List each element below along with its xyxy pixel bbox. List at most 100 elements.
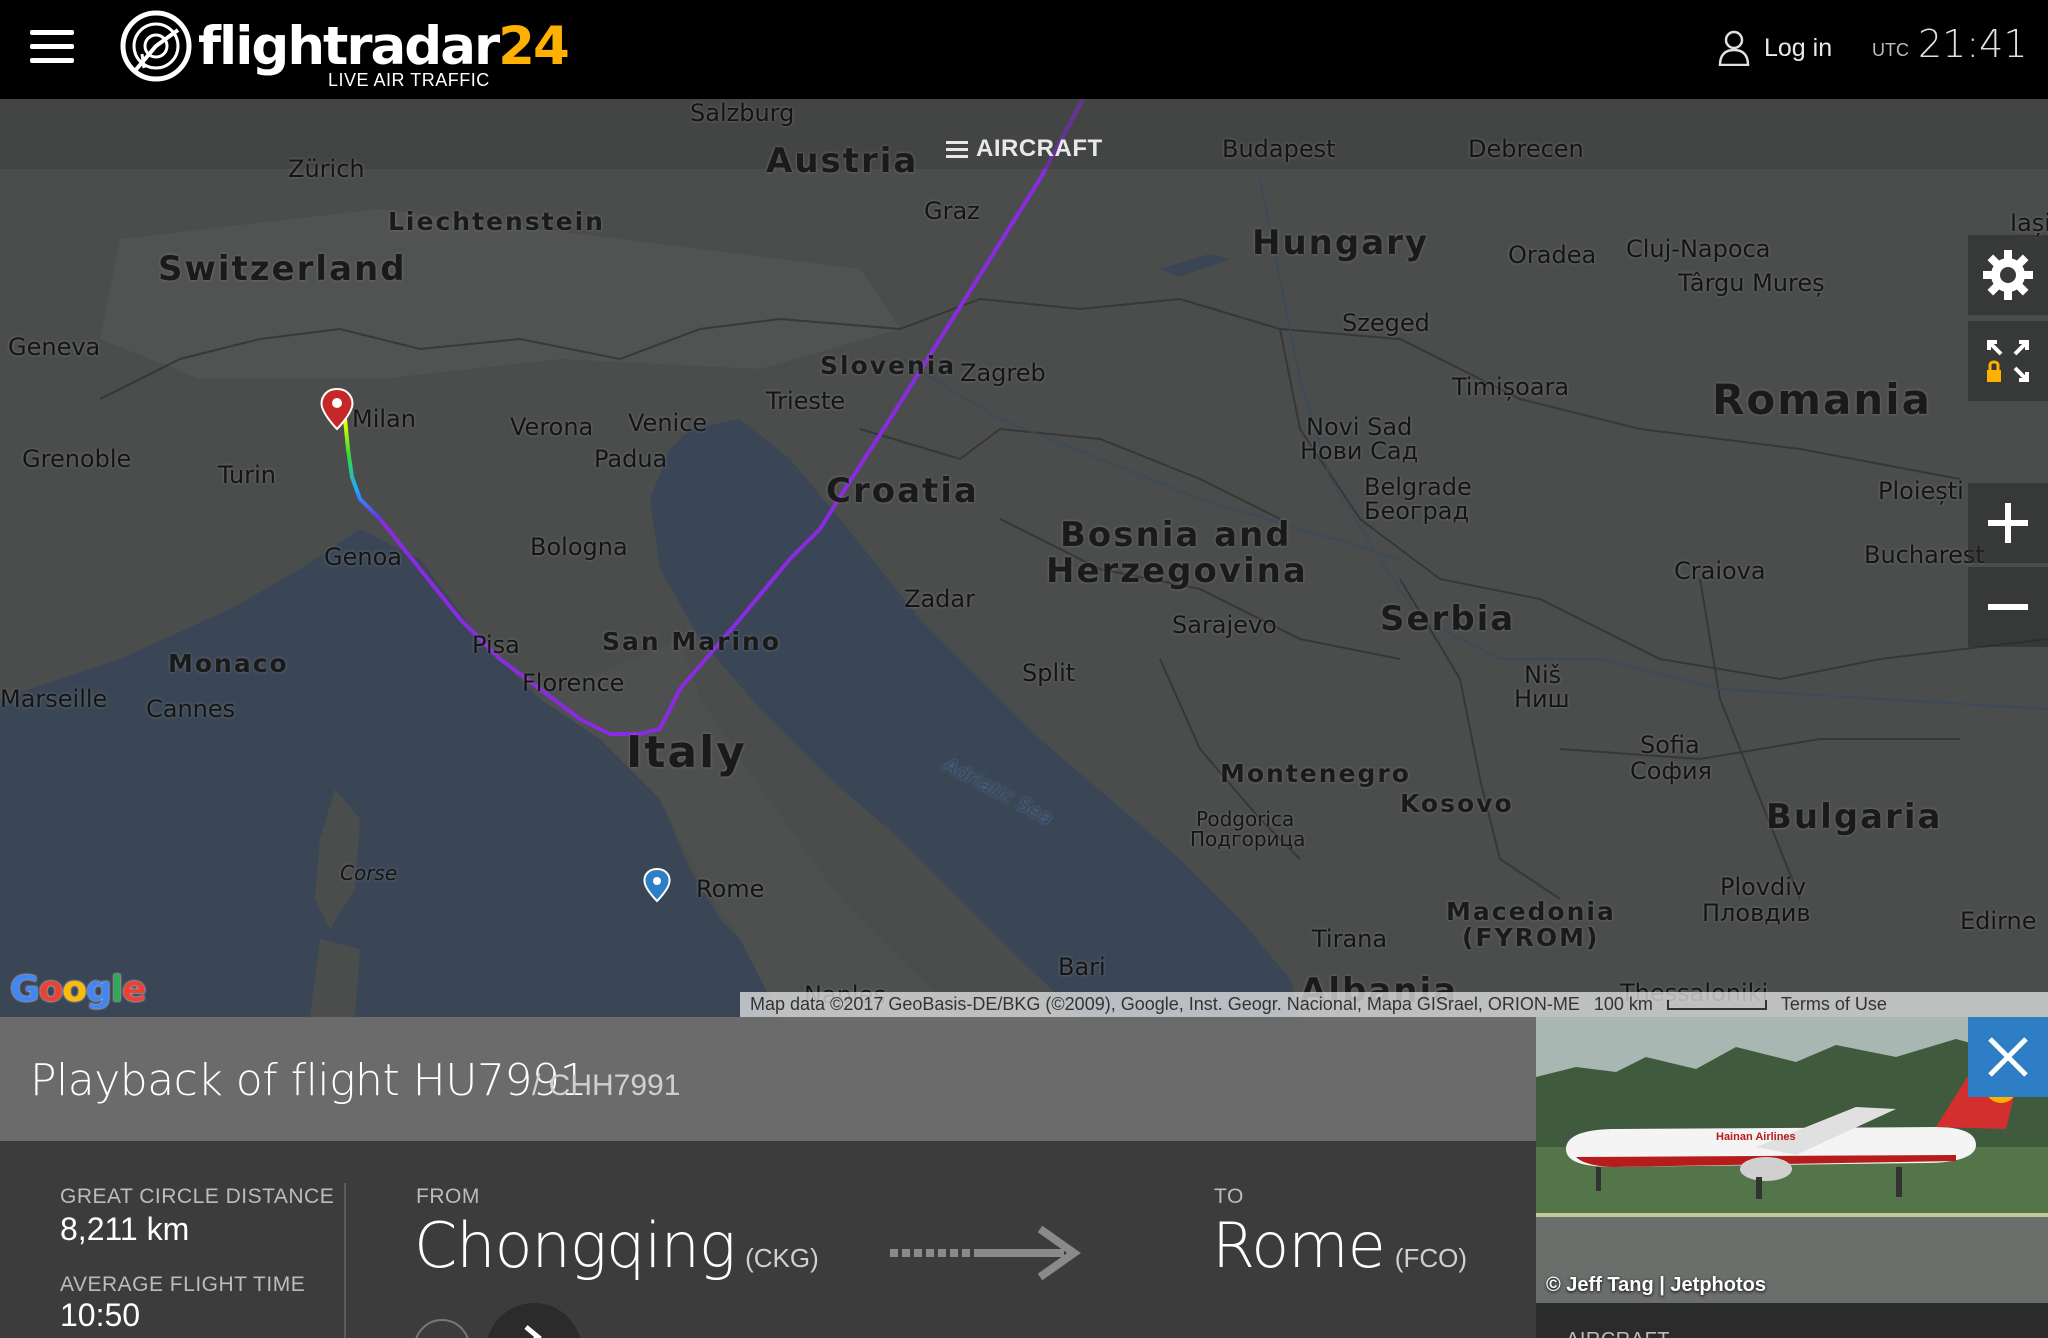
close-icon xyxy=(1988,1037,2028,1077)
map-label-city: Ploiești xyxy=(1878,477,1964,505)
map-label-city: Zürich xyxy=(288,155,365,183)
map-label-country: Austria xyxy=(766,141,919,181)
map-label-city: Sarajevo xyxy=(1172,611,1277,639)
scale-bar xyxy=(1666,999,1767,1010)
airline-livery-text: Hainan Airlines xyxy=(1716,1131,1796,1143)
map-label-city: Trieste xyxy=(766,387,846,415)
map-label-city: Zadar xyxy=(904,585,975,613)
map-label-city: Salzburg xyxy=(690,99,795,127)
map-label-country: Slovenia xyxy=(820,351,957,380)
map-label-city: София xyxy=(1630,757,1712,785)
plus-icon xyxy=(1988,503,2028,543)
terms-link[interactable]: Terms of Use xyxy=(1781,994,1887,1015)
map-label-country: (FYROM) xyxy=(1462,923,1600,952)
map-label-city: Debrecen xyxy=(1468,135,1584,163)
photo-credit[interactable]: © Jeff Tang | Jetphotos xyxy=(1546,1274,1766,1297)
map-label-city: Graz xyxy=(924,197,980,225)
playback-secondary-button[interactable] xyxy=(414,1319,470,1338)
map-label-city: Београд xyxy=(1364,497,1470,525)
flightradar24-logo[interactable]: flightradar24 LIVE AIR TRAFFIC xyxy=(118,4,570,96)
divider xyxy=(344,1183,346,1338)
list-icon xyxy=(946,141,968,158)
google-letter: l xyxy=(110,969,123,1010)
map-label-country: Liechtenstein xyxy=(388,207,605,236)
map-label-city: Padua xyxy=(594,445,668,473)
logo-wordmark: flightradar24 xyxy=(198,16,570,77)
close-button[interactable] xyxy=(1968,1017,2048,1097)
aircraft-list-button[interactable]: AIRCRAFT xyxy=(946,135,1103,163)
fullscreen-lock-icon xyxy=(1987,340,2029,382)
avg-time-value: 10:50 xyxy=(60,1297,141,1333)
map-label-country: Monaco xyxy=(168,649,289,678)
zoom-out-button[interactable] xyxy=(1968,567,2048,647)
map-label-city: Milan xyxy=(352,405,416,433)
user-icon xyxy=(1718,30,1750,66)
map-label-country: Kosovo xyxy=(1400,789,1514,818)
from-code: (CKG) xyxy=(745,1243,819,1273)
map-label-country: Hungary xyxy=(1252,223,1430,263)
map-label-city: Turin xyxy=(218,461,276,489)
map-label-city: Пловдив xyxy=(1702,899,1811,927)
flight-info-panel: GREAT CIRCLE DISTANCE 8,211 km AVERAGE F… xyxy=(0,1141,1536,1338)
avg-time-label: AVERAGE FLIGHT TIME xyxy=(60,1273,306,1296)
map-label-country: Herzegovina xyxy=(1046,551,1308,591)
map-label-city: Edirne xyxy=(1960,907,2037,935)
route-arrow-icon xyxy=(890,1225,1081,1281)
map-attribution-bar: Map data ©2017 GeoBasis-DE/BKG (©2009), … xyxy=(740,992,2048,1017)
zoom-in-button[interactable] xyxy=(1968,483,2048,563)
settings-button[interactable] xyxy=(1968,235,2048,315)
map-label-country: Switzerland xyxy=(158,249,407,289)
google-logo[interactable]: Google xyxy=(10,969,147,1010)
map-label-city: Marseille xyxy=(0,685,108,713)
map-label-country: San Marino xyxy=(602,627,781,656)
distance-label: GREAT CIRCLE DISTANCE xyxy=(60,1185,335,1208)
login-label: Log in xyxy=(1764,33,1833,62)
map-label-city: Plovdiv xyxy=(1720,873,1807,901)
map-label-city: Cannes xyxy=(146,695,236,723)
fullscreen-button[interactable] xyxy=(1968,321,2048,401)
from-city-name: Chongqing xyxy=(414,1209,736,1282)
map-label-country: Serbia xyxy=(1380,599,1516,639)
map-label-city: Szeged xyxy=(1342,309,1430,337)
logo-number: 24 xyxy=(498,16,570,77)
map-label-city: Craiova xyxy=(1674,557,1766,585)
to-city: Rome (FCO) xyxy=(1212,1209,1467,1282)
map-label-city: Подгорица xyxy=(1190,827,1306,851)
to-code: (FCO) xyxy=(1394,1243,1467,1273)
top-bar: flightradar24 LIVE AIR TRAFFIC Log in UT… xyxy=(0,0,2048,99)
utc-clock: 21:41 xyxy=(1918,22,2028,66)
map-label-city: Pisa xyxy=(472,631,520,659)
aircraft-section-label: AIRCRAFT xyxy=(1566,1329,1670,1338)
utc-label: UTC xyxy=(1872,40,1909,60)
map-label-city: Genoa xyxy=(324,543,402,571)
flight-map[interactable]: AIRCRAFT Austria Switzerland Liechtenste… xyxy=(0,99,2048,1017)
map-label-country: Bosnia and xyxy=(1060,515,1292,555)
callsign: / CHH7991 xyxy=(532,1069,681,1102)
map-label-city: Iași xyxy=(2010,209,2048,237)
logo-subtitle: LIVE AIR TRAFFIC xyxy=(328,70,490,90)
map-label-city: Verona xyxy=(510,413,594,441)
map-label-city: Cluj-Napoca xyxy=(1626,235,1771,263)
scale-label: 100 km xyxy=(1593,994,1653,1014)
map-label-country: Macedonia xyxy=(1446,897,1616,926)
to-label: TO xyxy=(1214,1185,1244,1208)
playback-title-bar: Playback of flight HU7991 / CHH7991 xyxy=(0,1017,1536,1141)
map-label-city: Venice xyxy=(628,409,708,437)
map-label-city: Oradea xyxy=(1508,241,1597,269)
menu-icon[interactable] xyxy=(30,30,74,64)
map-label-city: Florence xyxy=(522,669,625,697)
map-label-country: Bulgaria xyxy=(1766,797,1943,837)
map-label-city: Rome xyxy=(696,875,765,903)
map-attribution[interactable]: Map data ©2017 GeoBasis-DE/BKG (©2009), … xyxy=(750,994,1580,1015)
login-button[interactable]: Log in xyxy=(1718,28,1832,68)
map-label-country: Montenegro xyxy=(1220,759,1411,788)
from-city: Chongqing (CKG) xyxy=(414,1209,819,1282)
map-label-city: Bucharest xyxy=(1864,541,1985,569)
google-letter: G xyxy=(10,969,40,1010)
from-label: FROM xyxy=(416,1185,480,1208)
map-label-city: Ниш xyxy=(1514,685,1570,713)
map-label-city: Sofia xyxy=(1640,731,1700,759)
radar-logo-icon xyxy=(120,10,192,82)
playback-play-button[interactable] xyxy=(486,1303,582,1338)
minus-icon xyxy=(1988,604,2028,610)
